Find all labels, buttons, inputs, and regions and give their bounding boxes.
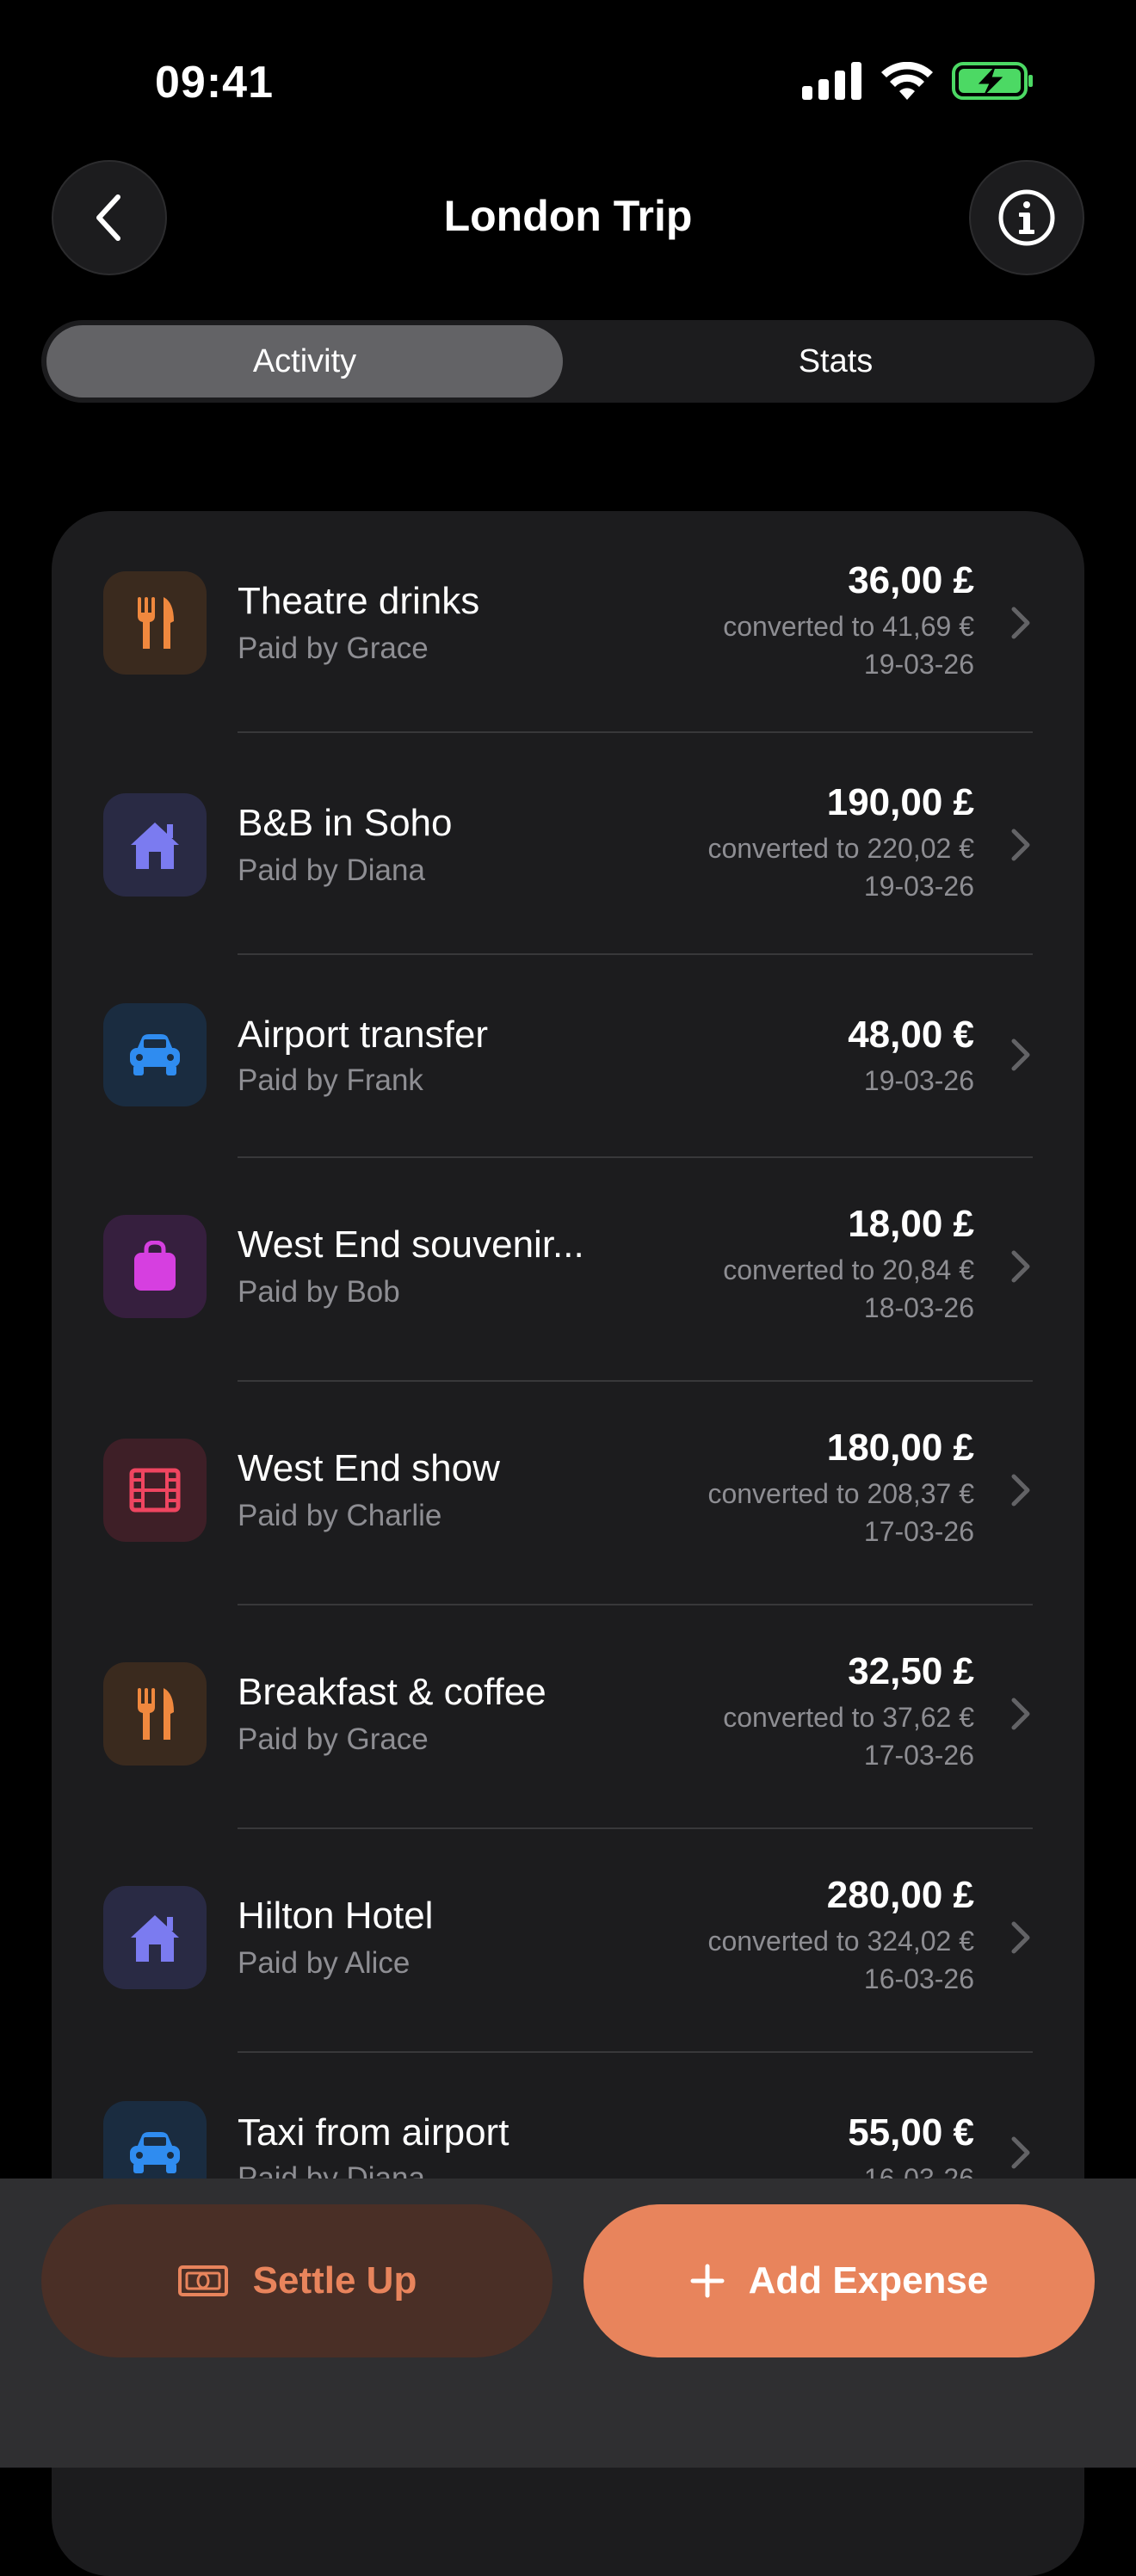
expense-date: 16-03-26 xyxy=(863,1963,974,1994)
expense-row[interactable]: West End show Paid by Charlie 180,00 £ c… xyxy=(52,1382,1084,1605)
wifi-icon xyxy=(881,62,933,100)
expense-date: 19-03-26 xyxy=(863,871,974,902)
expense-converted: converted to 208,37 € xyxy=(707,1478,974,1509)
page-title: London Trip xyxy=(443,192,693,240)
expense-category-icon xyxy=(103,793,207,897)
expense-date: 17-03-26 xyxy=(863,1516,974,1547)
expense-title: West End souvenir... xyxy=(238,1223,584,1266)
expense-paid-by: Paid by Frank xyxy=(238,1063,423,1097)
bag-icon xyxy=(134,1241,176,1291)
expense-row[interactable]: B&B in Soho Paid by Diana 190,00 £ conve… xyxy=(52,733,1084,957)
expense-title: Taxi from airport xyxy=(238,2111,509,2154)
expense-category-icon xyxy=(103,1003,207,1106)
plus-icon xyxy=(690,2264,725,2298)
expense-converted: converted to 37,62 € xyxy=(723,1702,974,1733)
expense-amount: 280,00 £ xyxy=(826,1874,974,1916)
expense-amount: 190,00 £ xyxy=(826,781,974,823)
segmented-control: Activity Stats xyxy=(41,320,1095,403)
tab-activity[interactable]: Activity xyxy=(46,325,563,397)
expense-converted: converted to 20,84 € xyxy=(723,1254,974,1285)
expense-date: 17-03-26 xyxy=(863,1740,974,1771)
chevron-right-icon xyxy=(1011,829,1030,861)
chevron-right-icon xyxy=(1011,1921,1030,1954)
expense-amount: 180,00 £ xyxy=(826,1427,974,1469)
expense-category-icon xyxy=(103,571,207,675)
expense-category-icon xyxy=(103,1662,207,1766)
fork-knife-icon xyxy=(138,1688,174,1740)
expense-date: 19-03-26 xyxy=(863,649,974,680)
expense-title: Theatre drinks xyxy=(238,580,480,622)
expense-paid-by: Paid by Diana xyxy=(238,854,425,887)
expense-title: West End show xyxy=(238,1447,500,1489)
chevron-right-icon xyxy=(1011,2136,1030,2169)
expense-amount: 18,00 £ xyxy=(848,1203,974,1245)
expense-title: Airport transfer xyxy=(238,1014,488,1056)
car-icon xyxy=(130,1034,180,1075)
expense-amount: 55,00 € xyxy=(848,2111,974,2154)
expense-category-icon xyxy=(103,1439,207,1542)
banknote-icon xyxy=(177,2265,228,2296)
expense-amount: 32,50 £ xyxy=(848,1650,974,1692)
expense-paid-by: Paid by Grace xyxy=(238,1722,429,1756)
expense-row[interactable]: Airport transfer Paid by Frank 48,00 € 1… xyxy=(52,955,1084,1156)
expense-paid-by: Paid by Charlie xyxy=(238,1499,442,1532)
expense-paid-by: Paid by Bob xyxy=(238,1275,400,1309)
status-time: 09:41 xyxy=(155,58,274,108)
battery-charging-icon xyxy=(952,62,1033,100)
expense-paid-by: Paid by Grace xyxy=(238,632,429,665)
expense-amount: 36,00 £ xyxy=(848,559,974,601)
chevron-right-icon xyxy=(1011,1698,1030,1730)
add-expense-label: Add Expense xyxy=(748,2259,989,2302)
settle-up-button[interactable]: Settle Up xyxy=(41,2204,553,2357)
status-icons xyxy=(802,62,1034,100)
fork-knife-icon xyxy=(138,597,174,649)
cellular-signal-icon xyxy=(802,62,861,100)
chevron-right-icon xyxy=(1011,1038,1030,1071)
chevron-right-icon xyxy=(1011,607,1030,639)
expense-row[interactable]: Hilton Hotel Paid by Alice 280,00 £ conv… xyxy=(52,1829,1084,2053)
chevron-right-icon xyxy=(1011,1250,1030,1283)
expense-title: Hilton Hotel xyxy=(238,1895,434,1937)
expense-converted: converted to 220,02 € xyxy=(707,833,974,864)
expense-paid-by: Paid by Alice xyxy=(238,1946,411,1980)
expense-row[interactable]: West End souvenir... Paid by Bob 18,00 £… xyxy=(52,1158,1084,1382)
info-button[interactable] xyxy=(969,160,1084,275)
expense-title: B&B in Soho xyxy=(238,802,453,844)
expense-row[interactable]: Theatre drinks Paid by Grace 36,00 £ con… xyxy=(52,511,1084,735)
expense-date: 18-03-26 xyxy=(863,1292,974,1323)
expense-converted: converted to 41,69 € xyxy=(723,611,974,642)
status-bar: 09:41 xyxy=(0,0,1136,163)
info-icon xyxy=(998,189,1055,246)
car-icon xyxy=(130,2132,180,2173)
house-icon xyxy=(131,1915,179,1962)
expense-date: 19-03-26 xyxy=(863,1065,974,1096)
expense-converted: converted to 324,02 € xyxy=(707,1926,974,1957)
chevron-right-icon xyxy=(1011,1474,1030,1507)
expense-category-icon xyxy=(103,1886,207,1989)
tab-stats[interactable]: Stats xyxy=(582,325,1090,397)
expense-category-icon xyxy=(103,1215,207,1318)
settle-up-label: Settle Up xyxy=(252,2259,417,2302)
add-expense-button[interactable]: Add Expense xyxy=(583,2204,1095,2357)
expense-amount: 48,00 € xyxy=(848,1014,974,1056)
house-icon xyxy=(131,823,179,869)
film-icon xyxy=(129,1468,181,1513)
expense-title: Breakfast & coffee xyxy=(238,1671,546,1713)
expense-row[interactable]: Breakfast & coffee Paid by Grace 32,50 £… xyxy=(52,1605,1084,1829)
